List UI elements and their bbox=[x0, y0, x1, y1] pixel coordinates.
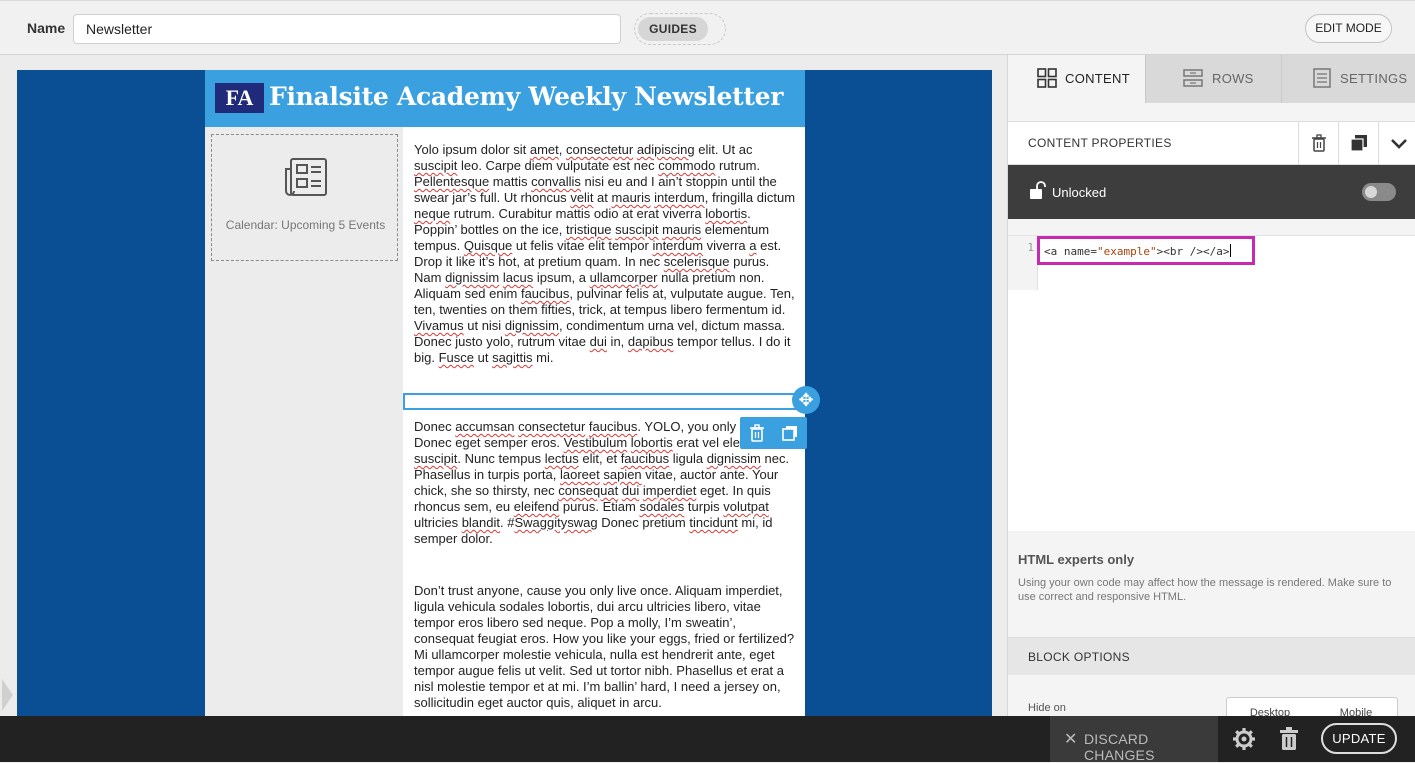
tab-content[interactable]: CONTENT bbox=[1008, 55, 1145, 103]
settings-list-icon bbox=[1312, 68, 1332, 91]
name-label: Name bbox=[27, 20, 66, 36]
panel-tabs: CONTENT ROWS SETTINGS bbox=[1008, 55, 1415, 103]
code-string: "example" bbox=[1096, 245, 1157, 258]
calendar-module[interactable]: Calendar: Upcoming 5 Events bbox=[211, 134, 398, 261]
hide-mobile-button[interactable]: Mobile bbox=[1313, 707, 1399, 716]
text-block[interactable]: Donec accumsan consectetur faucibus. YOL… bbox=[414, 419, 796, 547]
edit-mode-button[interactable]: EDIT MODE bbox=[1305, 14, 1392, 43]
tab-rows[interactable]: ROWS bbox=[1146, 55, 1281, 103]
newsletter-background: FA Finalsite Academy Weekly Newsletter C… bbox=[17, 70, 992, 720]
html-code-editor[interactable]: 1 <a name="example"><br /></a> bbox=[1008, 235, 1415, 531]
delete-content-button[interactable] bbox=[1298, 122, 1338, 164]
text-block[interactable]: Yolo ipsum dolor sit amet, consectetur a… bbox=[414, 142, 796, 366]
html-experts-notice: HTML experts only Using your own code ma… bbox=[1018, 552, 1410, 604]
properties-panel: CONTENT ROWS SETTINGS CONTENT PROPERTIES bbox=[1007, 55, 1415, 716]
calendar-label: Calendar: Upcoming 5 Events bbox=[225, 218, 386, 232]
hide-on-options: Desktop Mobile bbox=[1226, 697, 1398, 716]
tab-content-label: CONTENT bbox=[1065, 71, 1130, 86]
duplicate-icon bbox=[1350, 135, 1367, 152]
rows-icon bbox=[1183, 68, 1203, 91]
hide-desktop-button[interactable]: Desktop bbox=[1227, 707, 1313, 716]
code-tag: <a name= bbox=[1044, 245, 1097, 258]
block-toolbar bbox=[740, 417, 807, 449]
name-input[interactable] bbox=[73, 14, 621, 44]
chevron-down-icon bbox=[1391, 139, 1407, 149]
unlock-icon bbox=[1029, 181, 1047, 206]
lock-status: Unlocked bbox=[1052, 185, 1107, 200]
tab-settings-label: SETTINGS bbox=[1340, 71, 1408, 86]
line-number: 1 bbox=[1027, 241, 1034, 254]
experts-title: HTML experts only bbox=[1018, 552, 1135, 567]
block-options-header[interactable]: BLOCK OPTIONS bbox=[1008, 637, 1415, 675]
line-gutter: 1 bbox=[1008, 236, 1038, 290]
update-button[interactable]: UPDATE bbox=[1321, 723, 1397, 754]
collapse-properties-button[interactable] bbox=[1378, 122, 1415, 164]
lock-toggle[interactable] bbox=[1362, 183, 1396, 201]
tab-settings[interactable]: SETTINGS bbox=[1282, 55, 1415, 103]
discard-label: DISCARD CHANGES bbox=[1084, 731, 1155, 763]
selected-html-block[interactable] bbox=[403, 393, 804, 410]
editor-canvas: FA Finalsite Academy Weekly Newsletter C… bbox=[0, 55, 1007, 720]
block-options-title: BLOCK OPTIONS bbox=[1028, 650, 1130, 664]
news-list-icon bbox=[283, 157, 329, 202]
gear-icon[interactable] bbox=[1232, 727, 1256, 756]
lock-bar: Unlocked bbox=[1008, 165, 1415, 219]
content-properties-title: CONTENT PROPERTIES bbox=[1028, 136, 1172, 150]
top-bar: Name GUIDES EDIT MODE bbox=[0, 0, 1415, 55]
newsletter-body: FA Finalsite Academy Weekly Newsletter C… bbox=[205, 70, 805, 720]
text-block[interactable]: Don’t trust anyone, cause you only live … bbox=[414, 583, 796, 711]
code-line[interactable]: <a name="example"><br /></a> bbox=[1044, 244, 1232, 258]
expand-sidebar-icon[interactable] bbox=[0, 675, 14, 715]
grid-icon bbox=[1037, 68, 1057, 91]
guides-toggle[interactable]: GUIDES bbox=[634, 13, 726, 45]
trash-icon[interactable] bbox=[1279, 727, 1299, 756]
discard-changes-button[interactable]: ✕ DISCARD CHANGES bbox=[1050, 716, 1218, 763]
code-tag-end: ><br /></a> bbox=[1156, 245, 1230, 258]
duplicate-content-button[interactable] bbox=[1338, 122, 1378, 164]
content-properties-header: CONTENT PROPERTIES bbox=[1008, 121, 1415, 165]
tab-rows-label: ROWS bbox=[1212, 71, 1254, 86]
move-icon[interactable]: ✥ bbox=[792, 386, 820, 414]
fa-logo: FA bbox=[215, 83, 264, 113]
hide-on-label: Hide on bbox=[1028, 702, 1066, 714]
bottom-bar: ✕ DISCARD CHANGES UPDATE bbox=[0, 716, 1415, 763]
newsletter-title: Finalsite Academy Weekly Newsletter bbox=[269, 82, 784, 111]
guides-button[interactable]: GUIDES bbox=[638, 17, 708, 41]
sidebar-column: Calendar: Upcoming 5 Events bbox=[205, 127, 403, 720]
newsletter-header[interactable]: FA Finalsite Academy Weekly Newsletter bbox=[205, 70, 805, 127]
toggle-knob bbox=[1365, 186, 1377, 198]
experts-text: Using your own code may affect how the m… bbox=[1018, 577, 1392, 603]
code-highlight[interactable]: <a name="example"><br /></a> bbox=[1037, 236, 1255, 265]
close-icon: ✕ bbox=[1064, 731, 1078, 748]
duplicate-block-icon[interactable] bbox=[780, 423, 800, 443]
trash-icon bbox=[1312, 134, 1326, 152]
text-cursor bbox=[1230, 244, 1232, 257]
delete-block-icon[interactable] bbox=[747, 423, 767, 443]
